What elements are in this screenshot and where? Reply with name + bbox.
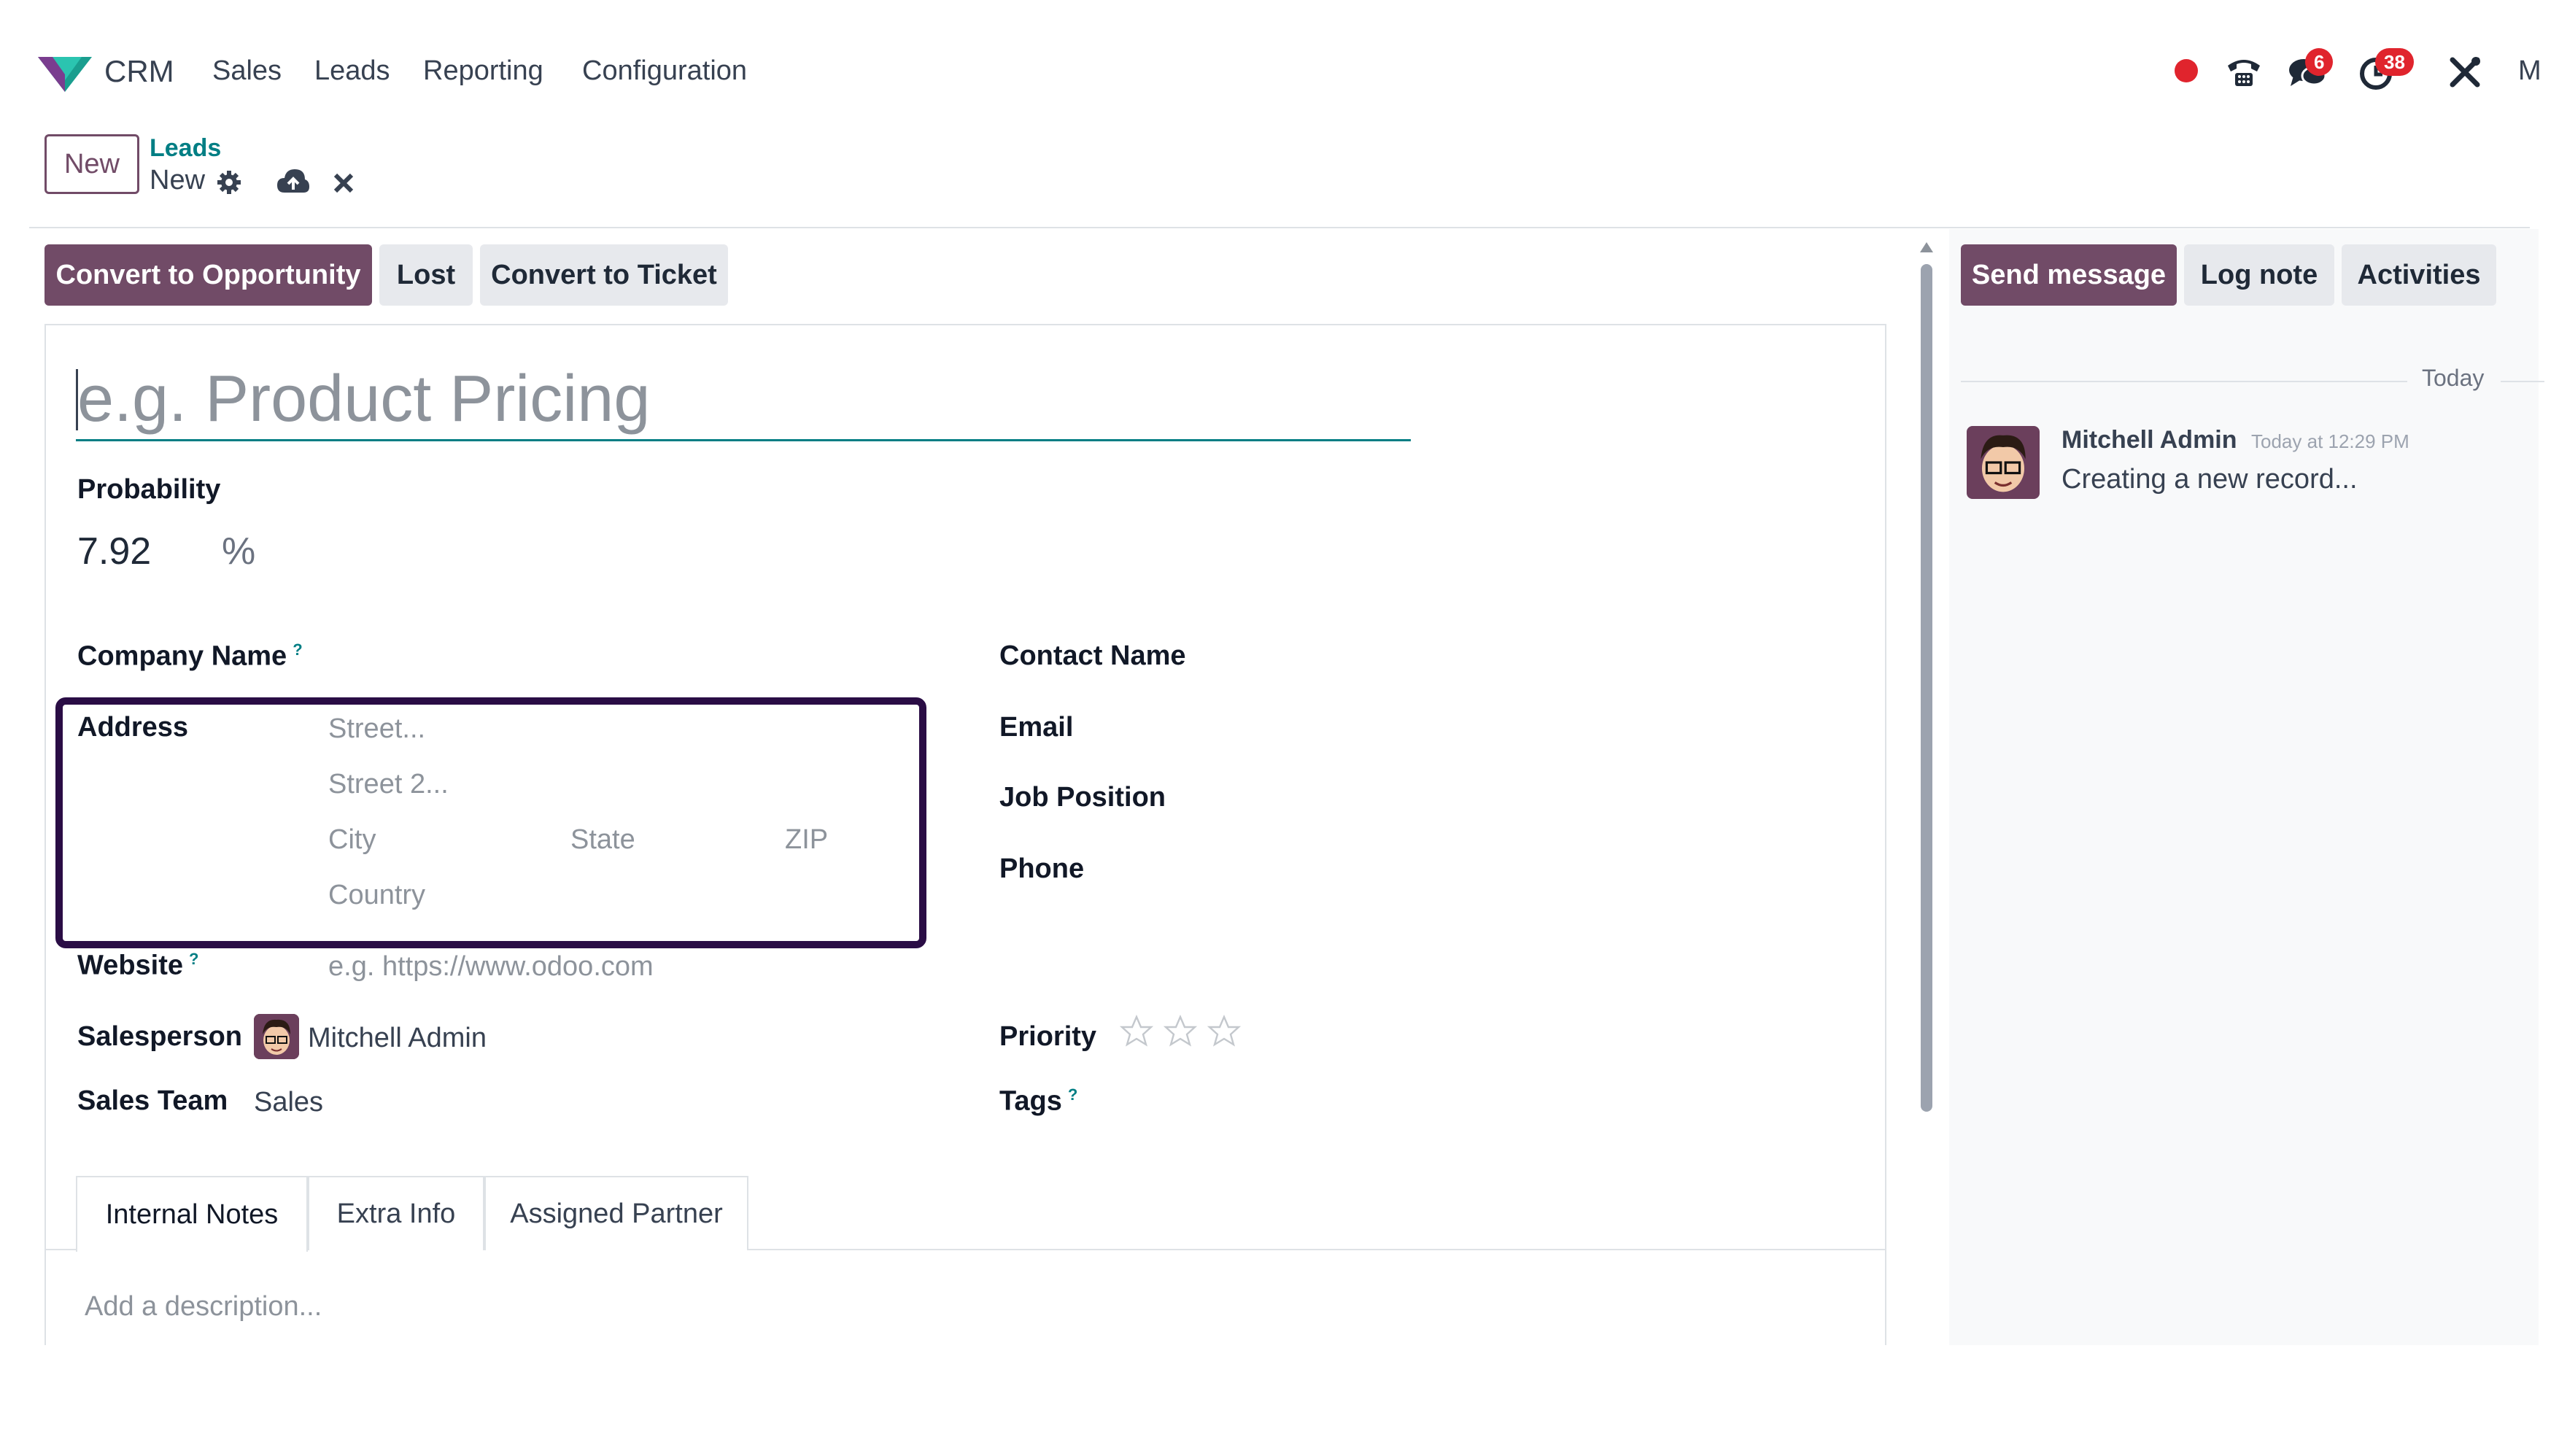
form-scrollbar[interactable] [1919,239,1935,1345]
breadcrumb-current: New [150,165,206,195]
breadcrumb-parent[interactable]: Leads [150,134,221,163]
country-input[interactable]: Country [328,880,425,911]
priority-label: Priority [999,1021,1097,1052]
convert-to-opportunity-button[interactable]: Convert to Opportunity [44,244,372,306]
message-body: Creating a new record... [2061,464,2358,495]
app-name[interactable]: CRM [104,54,174,89]
convert-to-ticket-button[interactable]: Convert to Ticket [480,244,728,306]
tab-assigned-partner[interactable]: Assigned Partner [484,1176,748,1250]
website-input[interactable]: e.g. https://www.odoo.com [328,951,654,983]
cloud-upload-icon[interactable] [276,168,311,195]
sales-team-label: Sales Team [77,1085,228,1116]
salesperson-value[interactable]: Mitchell Admin [308,1023,487,1054]
date-separator: Today [1961,365,2544,397]
crm-logo-icon[interactable] [38,53,92,93]
website-label: Website? [77,950,199,981]
salesperson-avatar [254,1014,299,1059]
city-input[interactable]: City [328,824,376,856]
zip-input[interactable]: ZIP [785,824,828,856]
address-label: Address [77,712,189,743]
menu-sales[interactable]: Sales [212,55,282,87]
activities-button[interactable]: Activities [2342,244,2496,306]
description-input[interactable]: Add a description... [85,1291,322,1323]
state-input[interactable]: State [570,824,635,856]
user-initial[interactable]: M [2518,55,2541,87]
star-icon[interactable] [1163,1014,1198,1049]
control-divider [29,227,2530,228]
tab-internal-notes[interactable]: Internal Notes [76,1176,308,1252]
title-input[interactable]: e.g. Product Pricing [76,359,1411,441]
star-icon[interactable] [1119,1014,1154,1049]
probability-unit: % [222,530,256,573]
title-placeholder: e.g. Product Pricing [77,363,651,435]
priority-stars [1119,1014,1250,1050]
star-icon[interactable] [1207,1014,1242,1049]
job-position-label: Job Position [999,782,1166,813]
probability-label: Probability [77,474,221,505]
phone-icon[interactable] [2225,54,2263,89]
messages-badge: 6 [2305,48,2334,76]
lost-button[interactable]: Lost [379,244,473,306]
contact-name-label: Contact Name [999,640,1186,671]
salesperson-label: Salesperson [77,1021,242,1052]
menu-configuration[interactable]: Configuration [582,55,747,87]
menu-leads[interactable]: Leads [314,55,390,87]
company-name-label: Company Name? [77,640,303,672]
tags-label: Tags? [999,1085,1078,1117]
author-avatar [1967,426,2040,499]
menu-reporting[interactable]: Reporting [423,55,543,87]
sales-team-value[interactable]: Sales [254,1087,323,1118]
send-message-button[interactable]: Send message [1961,244,2177,306]
probability-value[interactable]: 7.92 [77,530,151,573]
tab-extra-info[interactable]: Extra Info [308,1176,484,1250]
record-dot-icon[interactable] [2174,58,2199,83]
activities-badge: 38 [2375,48,2414,76]
close-icon[interactable] [333,172,355,194]
tools-icon[interactable] [2448,55,2482,89]
gear-icon[interactable] [216,169,242,195]
street2-input[interactable]: Street 2... [328,769,449,800]
message-timestamp: Today at 12:29 PM [2251,430,2409,452]
phone-label: Phone [999,853,1085,884]
email-label: Email [999,712,1074,743]
scrollbar-thumb[interactable] [1921,264,1932,1112]
log-note-button[interactable]: Log note [2184,244,2334,306]
message-author[interactable]: Mitchell Admin [2061,426,2237,454]
street-input[interactable]: Street... [328,713,425,745]
new-button[interactable]: New [44,134,139,194]
